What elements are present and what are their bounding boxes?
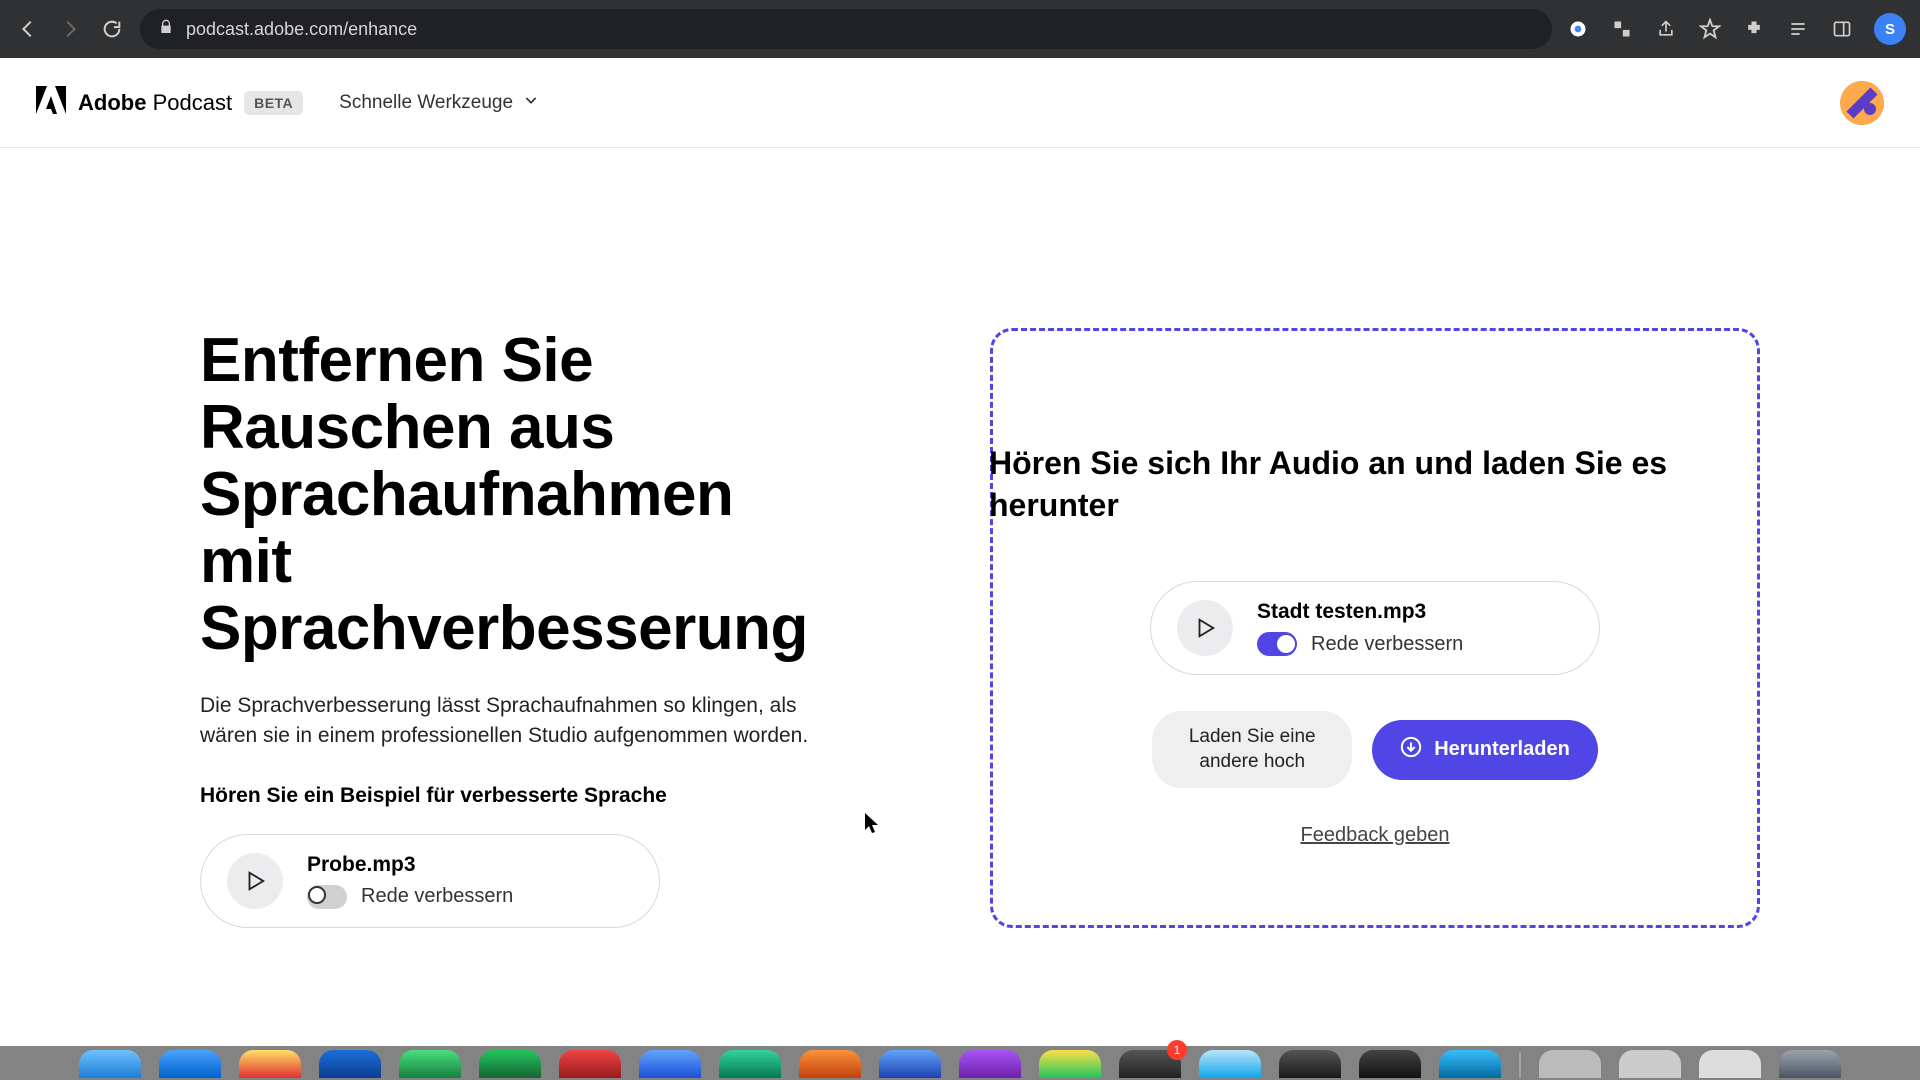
uploaded-audio-card: Stadt testen.mp3 Rede verbessern [1150, 581, 1600, 675]
adobe-logo-icon [36, 86, 66, 119]
chevron-down-icon [523, 92, 539, 114]
extensions-icon[interactable] [1742, 17, 1766, 41]
play-button[interactable] [1177, 600, 1233, 656]
dock-icon[interactable] [1359, 1050, 1421, 1078]
upload-another-button[interactable]: Laden Sie eine andere hoch [1152, 711, 1352, 788]
quick-tools-menu[interactable]: Schnelle Werkzeuge [339, 92, 539, 114]
feedback-link[interactable]: Feedback geben [1300, 824, 1449, 847]
dock-spotify-icon[interactable] [479, 1050, 541, 1078]
action-row: Laden Sie eine andere hoch Herunterladen [1152, 711, 1598, 788]
drop-zone[interactable]: Hören Sie sich Ihr Audio an und laden Si… [990, 328, 1760, 928]
uploaded-filename: Stadt testen.mp3 [1257, 600, 1463, 624]
dock-icon[interactable] [1279, 1050, 1341, 1078]
macos-dock [0, 1046, 1920, 1080]
enhance-toggle-sample[interactable] [307, 885, 347, 909]
url-text: podcast.adobe.com/enhance [186, 19, 417, 40]
browser-chrome: podcast.adobe.com/enhance S [0, 0, 1920, 58]
user-avatar[interactable] [1840, 81, 1884, 125]
dock-drive-icon[interactable] [1039, 1050, 1101, 1078]
translate-icon[interactable] [1610, 17, 1634, 41]
page-description: Die Sprachverbesserung lässt Sprachaufna… [200, 691, 820, 752]
sample-filename: Probe.mp3 [307, 853, 513, 877]
reload-button[interactable] [98, 15, 126, 43]
dock-whatsapp-icon[interactable] [399, 1050, 461, 1078]
dock-powerpoint-icon[interactable] [799, 1050, 861, 1078]
dock-word-icon[interactable] [879, 1050, 941, 1078]
dock-excel-icon[interactable] [719, 1050, 781, 1078]
dock-chrome-icon[interactable] [239, 1050, 301, 1078]
hero-left: Entfernen Sie Rauschen aus Sprachaufnahm… [200, 328, 840, 928]
site-header: Adobe Podcast BETA Schnelle Werkzeuge [0, 58, 1920, 148]
enhance-toggle-label: Rede verbessern [361, 885, 513, 908]
download-button[interactable]: Herunterladen [1372, 720, 1598, 780]
brand[interactable]: Adobe Podcast BETA [36, 86, 303, 119]
share-icon[interactable] [1654, 17, 1678, 41]
dock-settings-icon[interactable] [1119, 1050, 1181, 1078]
dock-icon[interactable] [559, 1050, 621, 1078]
page-title: Entfernen Sie Rauschen aus Sprachaufnahm… [200, 328, 840, 663]
play-button[interactable] [227, 853, 283, 909]
dock-trash-icon[interactable] [1779, 1050, 1841, 1078]
enhance-toggle-label: Rede verbessern [1311, 633, 1463, 656]
dock-icon[interactable] [1199, 1050, 1261, 1078]
download-icon [1400, 736, 1422, 764]
back-button[interactable] [14, 15, 42, 43]
lock-icon [158, 19, 174, 40]
enhance-toggle-uploaded[interactable] [1257, 632, 1297, 656]
dock-icon[interactable] [319, 1050, 381, 1078]
sample-heading: Hören Sie ein Beispiel für verbesserte S… [200, 784, 840, 808]
dock-icon[interactable] [1439, 1050, 1501, 1078]
dock-safari-icon[interactable] [159, 1050, 221, 1078]
sample-audio-card: Probe.mp3 Rede verbessern [200, 834, 660, 928]
forward-button[interactable] [56, 15, 84, 43]
google-icon[interactable] [1566, 17, 1590, 41]
drop-title: Hören Sie sich Ihr Audio an und laden Si… [989, 443, 1669, 526]
address-bar[interactable]: podcast.adobe.com/enhance [140, 9, 1552, 49]
main-content: Entfernen Sie Rauschen aus Sprachaufnahm… [0, 148, 1920, 928]
reading-list-icon[interactable] [1786, 17, 1810, 41]
dock-preview-icon[interactable] [1619, 1050, 1681, 1078]
mouse-cursor-icon [865, 813, 881, 841]
dock-preview-icon[interactable] [1699, 1050, 1761, 1078]
brand-name: Adobe Podcast [78, 90, 232, 116]
profile-avatar[interactable]: S [1874, 13, 1906, 45]
dock-icon[interactable] [959, 1050, 1021, 1078]
dock-separator [1519, 1052, 1521, 1078]
dock-icon[interactable] [639, 1050, 701, 1078]
bookmark-icon[interactable] [1698, 17, 1722, 41]
dock-preview-icon[interactable] [1539, 1050, 1601, 1078]
beta-badge: BETA [244, 91, 303, 115]
dock-finder-icon[interactable] [79, 1050, 141, 1078]
sidepanel-icon[interactable] [1830, 17, 1854, 41]
chrome-toolbar-icons: S [1566, 13, 1906, 45]
